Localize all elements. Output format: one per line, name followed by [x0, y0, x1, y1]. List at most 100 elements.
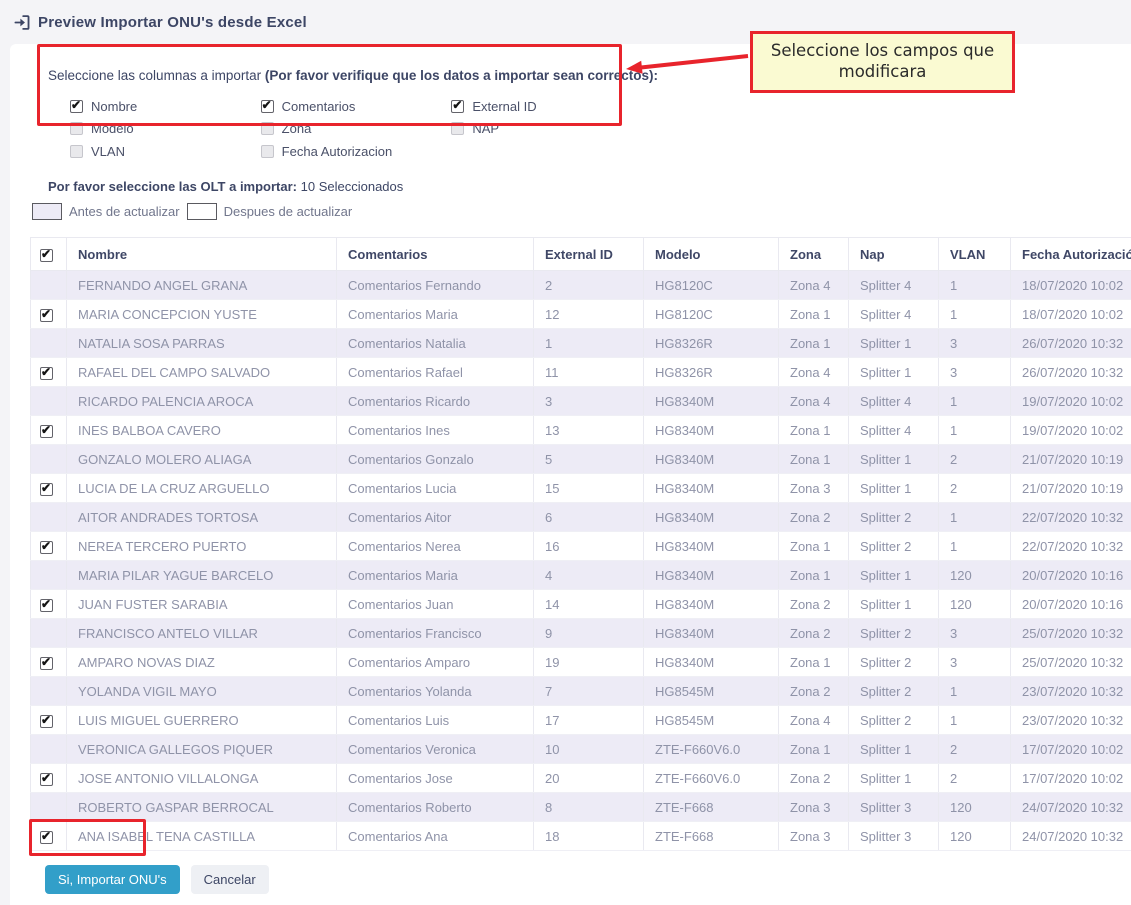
cell-modelo: HG8340M [644, 561, 779, 590]
cell-modelo: HG8326R [644, 358, 779, 387]
checkbox-icon[interactable] [70, 122, 83, 135]
column-filter-nap[interactable]: NAP [451, 118, 642, 141]
row-select-cell [31, 561, 67, 590]
cell-modelo: HG8120C [644, 271, 779, 300]
cell-comentarios: Comentarios Veronica [337, 735, 534, 764]
filter-label: NAP [472, 121, 499, 136]
row-checkbox[interactable] [40, 367, 53, 380]
row-checkbox[interactable] [40, 773, 53, 786]
table-row-before[interactable]: YOLANDA VIGIL MAYOComentarios Yolanda7HG… [31, 677, 1131, 706]
cell-nap: Splitter 2 [849, 619, 939, 648]
table-row-after[interactable]: JUAN FUSTER SARABIAComentarios Juan14HG8… [31, 590, 1131, 619]
table-row-after[interactable]: RAFAEL DEL CAMPO SALVADOComentarios Rafa… [31, 358, 1131, 387]
row-checkbox[interactable] [40, 425, 53, 438]
cell-modelo: HG8340M [644, 445, 779, 474]
cell-external-id: 4 [534, 561, 644, 590]
cell-nap: Splitter 4 [849, 387, 939, 416]
table-header-comentarios: Comentarios [337, 238, 534, 271]
filter-label: Zona [282, 121, 312, 136]
table-row-after[interactable]: ANA ISABEL TENA CASTILLAComentarios Ana1… [31, 822, 1131, 851]
table-row-before[interactable]: MARIA PILAR YAGUE BARCELOComentarios Mar… [31, 561, 1131, 590]
cell-external-id: 13 [534, 416, 644, 445]
cell-comentarios: Comentarios Juan [337, 590, 534, 619]
table-row-before[interactable]: FRANCISCO ANTELO VILLARComentarios Franc… [31, 619, 1131, 648]
table-header-nombre: Nombre [67, 238, 337, 271]
cell-external-id: 14 [534, 590, 644, 619]
table-row-before[interactable]: ROBERTO GASPAR BERROCALComentarios Rober… [31, 793, 1131, 822]
row-checkbox[interactable] [40, 309, 53, 322]
row-select-cell [31, 416, 67, 445]
row-checkbox[interactable] [40, 599, 53, 612]
sign-in-icon [14, 14, 31, 31]
table-row-before[interactable]: AITOR ANDRADES TORTOSAComentarios Aitor6… [31, 503, 1131, 532]
table-row-after[interactable]: AMPARO NOVAS DIAZComentarios Amparo19HG8… [31, 648, 1131, 677]
column-filter-nombre[interactable]: Nombre [70, 95, 261, 118]
row-checkbox[interactable] [40, 715, 53, 728]
cell-modelo: HG8340M [644, 619, 779, 648]
cell-external-id: 20 [534, 764, 644, 793]
table-row-before[interactable]: RICARDO PALENCIA AROCAComentarios Ricard… [31, 387, 1131, 416]
cell-external-id: 5 [534, 445, 644, 474]
cell-fecha-autorizaci-n: 25/07/2020 10:32 [1011, 648, 1131, 677]
checkbox-icon[interactable] [261, 122, 274, 135]
column-filter-modelo[interactable]: Modelo [70, 118, 261, 141]
table-row-after[interactable]: MARIA CONCEPCION YUSTEComentarios Maria1… [31, 300, 1131, 329]
cell-zona: Zona 4 [779, 271, 849, 300]
checkbox-icon[interactable] [451, 122, 464, 135]
cell-comentarios: Comentarios Amparo [337, 648, 534, 677]
cell-vlan: 3 [939, 329, 1011, 358]
cell-nombre: ANA ISABEL TENA CASTILLA [67, 822, 337, 851]
cell-nombre: LUCIA DE LA CRUZ ARGUELLO [67, 474, 337, 503]
table-row-before[interactable]: NATALIA SOSA PARRASComentarios Natalia1H… [31, 329, 1131, 358]
cell-vlan: 2 [939, 474, 1011, 503]
cell-comentarios: Comentarios Lucia [337, 474, 534, 503]
import-button[interactable]: Si, Importar ONU's [45, 865, 180, 894]
row-checkbox[interactable] [40, 831, 53, 844]
table-row-after[interactable]: NEREA TERCERO PUERTOComentarios Nerea16H… [31, 532, 1131, 561]
cell-modelo: HG8326R [644, 329, 779, 358]
cell-external-id: 18 [534, 822, 644, 851]
cell-vlan: 1 [939, 532, 1011, 561]
checkbox-icon[interactable] [70, 145, 83, 158]
checkbox-icon[interactable] [261, 100, 274, 113]
cell-vlan: 120 [939, 590, 1011, 619]
cell-zona: Zona 4 [779, 706, 849, 735]
cell-external-id: 15 [534, 474, 644, 503]
checkbox-icon[interactable] [70, 100, 83, 113]
cell-nap: Splitter 1 [849, 764, 939, 793]
column-filter-external-id[interactable]: External ID [451, 95, 642, 118]
row-select-cell [31, 503, 67, 532]
cell-nombre: JUAN FUSTER SARABIA [67, 590, 337, 619]
row-checkbox[interactable] [40, 541, 53, 554]
cell-fecha-autorizaci-n: 23/07/2020 10:32 [1011, 706, 1131, 735]
cell-nombre: INES BALBOA CAVERO [67, 416, 337, 445]
cancel-button[interactable]: Cancelar [191, 865, 269, 894]
cell-nombre: AITOR ANDRADES TORTOSA [67, 503, 337, 532]
cell-comentarios: Comentarios Yolanda [337, 677, 534, 706]
cell-external-id: 16 [534, 532, 644, 561]
cell-comentarios: Comentarios Maria [337, 561, 534, 590]
checkbox-icon[interactable] [451, 100, 464, 113]
checkbox-icon[interactable] [261, 145, 274, 158]
row-checkbox[interactable] [40, 483, 53, 496]
table-row-after[interactable]: INES BALBOA CAVEROComentarios Ines13HG83… [31, 416, 1131, 445]
column-filter-vlan[interactable]: VLAN [70, 140, 261, 163]
column-filter-fecha-autorizacion[interactable]: Fecha Autorizacion [261, 140, 452, 163]
cell-nombre: NEREA TERCERO PUERTO [67, 532, 337, 561]
cell-comentarios: Comentarios Rafael [337, 358, 534, 387]
table-row-before[interactable]: FERNANDO ANGEL GRANAComentarios Fernando… [31, 271, 1131, 300]
cell-fecha-autorizaci-n: 18/07/2020 10:02 [1011, 271, 1131, 300]
table-row-before[interactable]: VERONICA GALLEGOS PIQUERComentarios Vero… [31, 735, 1131, 764]
column-filter-comentarios[interactable]: Comentarios [261, 95, 452, 118]
cell-external-id: 10 [534, 735, 644, 764]
row-select-cell [31, 822, 67, 851]
cell-vlan: 3 [939, 648, 1011, 677]
cell-nap: Splitter 2 [849, 677, 939, 706]
table-row-after[interactable]: LUIS MIGUEL GUERREROComentarios Luis17HG… [31, 706, 1131, 735]
row-checkbox[interactable] [40, 657, 53, 670]
column-filter-zona[interactable]: Zona [261, 118, 452, 141]
table-row-after[interactable]: JOSE ANTONIO VILLALONGAComentarios Jose2… [31, 764, 1131, 793]
select-all-checkbox[interactable] [40, 249, 53, 262]
table-row-before[interactable]: GONZALO MOLERO ALIAGAComentarios Gonzalo… [31, 445, 1131, 474]
table-row-after[interactable]: LUCIA DE LA CRUZ ARGUELLOComentarios Luc… [31, 474, 1131, 503]
